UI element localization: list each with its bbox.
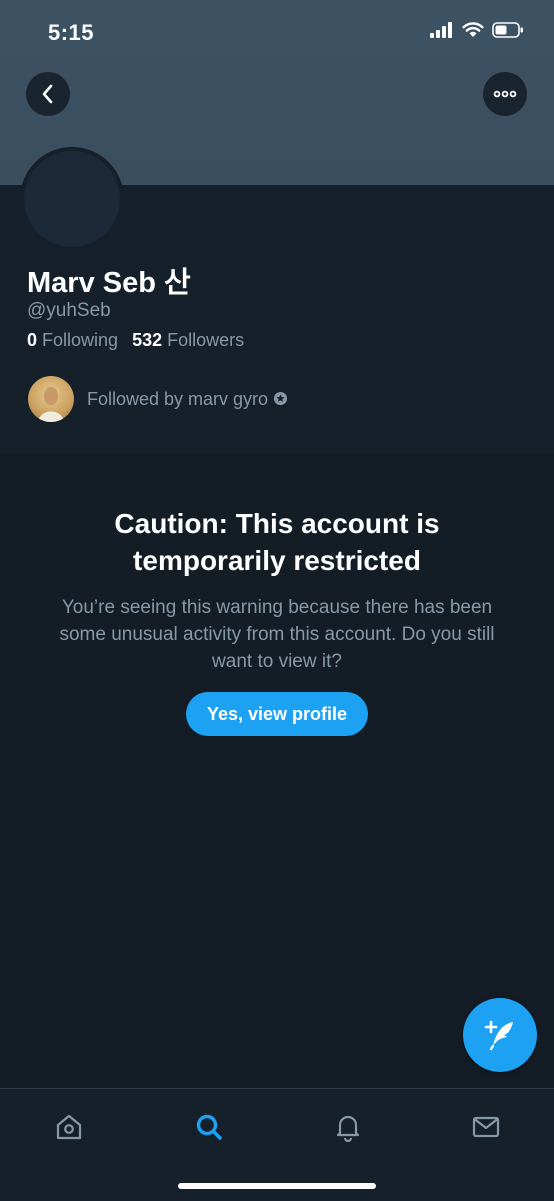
tab-home[interactable] — [47, 1105, 91, 1149]
mail-icon — [472, 1116, 500, 1138]
verified-badge-icon — [274, 391, 288, 405]
following-label: Following — [42, 330, 119, 350]
following-link[interactable]: 0 Following — [27, 330, 118, 351]
avatar[interactable] — [20, 147, 124, 251]
following-count: 0 — [27, 330, 38, 350]
more-horizontal-icon — [493, 90, 517, 98]
followers-link[interactable]: 532 Followers — [132, 330, 244, 351]
compose-feather-icon — [484, 1020, 513, 1051]
home-indicator — [178, 1183, 376, 1189]
status-bar: 5:15 — [0, 0, 554, 60]
home-icon — [56, 1114, 82, 1140]
back-button[interactable] — [26, 72, 70, 116]
bell-icon — [336, 1115, 360, 1142]
battery-icon — [492, 22, 523, 38]
cellular-signal-icon — [430, 22, 452, 38]
wifi-icon — [462, 22, 484, 37]
compose-tweet-button[interactable] — [463, 998, 537, 1072]
followers-label: Followers — [167, 330, 245, 350]
view-profile-button[interactable]: Yes, view profile — [186, 692, 368, 736]
display-name: Marv Seb 산 — [27, 267, 191, 299]
status-icons — [430, 22, 524, 38]
search-icon — [196, 1114, 222, 1140]
tab-messages[interactable] — [464, 1105, 508, 1149]
tab-search[interactable] — [187, 1105, 231, 1149]
follow-counts: 0 Following 532 Followers — [27, 330, 244, 351]
status-time: 5:15 — [48, 20, 95, 45]
followed-by-text: Followed by marv gyro — [87, 389, 288, 410]
more-options-button[interactable] — [483, 72, 527, 116]
chevron-left-icon — [42, 84, 53, 104]
follower-avatar — [28, 376, 74, 422]
username-handle: @yuhSeb — [27, 300, 111, 321]
followed-by-row[interactable]: Followed by marv gyro — [28, 376, 288, 422]
warning-message: You’re seeing this warning because there… — [59, 597, 495, 672]
tab-notifications[interactable] — [326, 1105, 370, 1149]
warning-title: Caution: This account is temporarily res… — [114, 508, 440, 576]
followers-count: 532 — [132, 330, 163, 350]
